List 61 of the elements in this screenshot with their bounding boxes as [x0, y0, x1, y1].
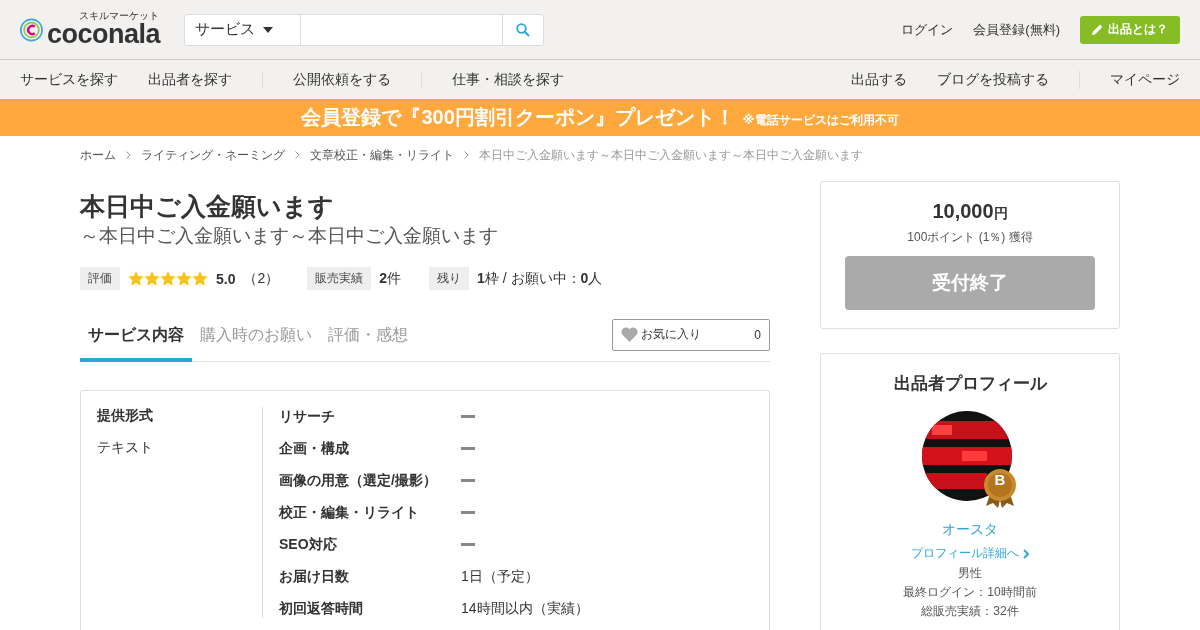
- stat-value: 2件: [379, 269, 402, 288]
- chevron-icon: [126, 151, 131, 159]
- breadcrumb-link[interactable]: 文章校正・編集・リライト: [310, 146, 454, 164]
- rating-score: 5.0: [216, 270, 236, 287]
- spec-value: 14時間以内（実績）: [461, 599, 589, 618]
- breadcrumb-link[interactable]: ライティング・ネーミング: [141, 146, 285, 164]
- promo-headline: 会員登録で『300円割引クーポン』プレゼント！: [301, 105, 735, 130]
- profile-heading: 出品者プロフィール: [893, 373, 1047, 395]
- stat-label: 販売実績: [307, 267, 372, 290]
- promo-note: ※電話サービスはご利用不可: [742, 111, 899, 129]
- favorite-button[interactable]: お気に入り 0: [612, 318, 770, 351]
- chevron-icon: [295, 151, 300, 159]
- nav-link[interactable]: 出品する: [851, 70, 907, 89]
- chevron-icon: [1023, 548, 1029, 559]
- profile-detail: 最終ログイン：10時間前: [903, 584, 1037, 602]
- star-icon: [128, 271, 144, 286]
- dash-icon: [461, 415, 475, 418]
- profile-detail: 総販売実績：32件: [920, 603, 1020, 621]
- heart-icon: [621, 327, 638, 342]
- nav-link[interactable]: サービスを探す: [20, 70, 118, 89]
- dash-icon: [461, 543, 475, 546]
- star-icon: [144, 271, 160, 286]
- spec-label: リサーチ: [279, 407, 336, 426]
- header-link[interactable]: ログイン: [901, 20, 954, 39]
- spec-label: 画像の用意（選定/撮影）: [279, 471, 438, 490]
- nav-link[interactable]: 出品者を探す: [148, 70, 232, 89]
- points-note: 100ポイント (1％) 獲得: [907, 229, 1033, 246]
- stat-label: 残り: [429, 267, 470, 290]
- profile-detail: 男性: [957, 565, 983, 582]
- nav-link[interactable]: マイページ: [1110, 70, 1180, 89]
- logo-wordmark[interactable]: coconala: [46, 21, 160, 48]
- spec-label: お届け日数: [279, 567, 350, 586]
- dash-icon: [461, 511, 475, 514]
- spec-label: 初回返答時間: [279, 599, 364, 618]
- spec-label: 校正・編集・リライト: [279, 503, 420, 522]
- header-link[interactable]: 会員登録(無料): [973, 20, 1060, 39]
- star-icon: [176, 271, 192, 286]
- stat-label: 評価: [80, 267, 120, 290]
- spec-value: テキスト: [97, 439, 154, 457]
- stat-value: 1枠 / お願い中：0人: [477, 269, 603, 288]
- logo-tagline: スキルマーケット: [77, 11, 160, 21]
- dash-icon: [461, 479, 475, 482]
- rating-count: （2）: [243, 269, 280, 288]
- star-icon: [160, 271, 176, 286]
- spec-label: 企画・構成: [279, 439, 350, 458]
- nav-link[interactable]: ブログを投稿する: [937, 70, 1049, 89]
- current-page-title: 本日中ご入金願います～本日中ご入金願います～本日中ご入金願います: [479, 146, 863, 164]
- star-icon: [192, 271, 208, 286]
- service-title: 本日中ご入金願います: [80, 191, 335, 221]
- service-subtitle: ～本日中ご入金願います～本日中ご入金願います: [80, 224, 499, 248]
- breadcrumb-link[interactable]: ホーム: [80, 146, 116, 164]
- spec-heading: 提供形式: [97, 407, 154, 425]
- nav-link[interactable]: 仕事・相談を探す: [452, 70, 564, 89]
- tab[interactable]: サービス内容: [80, 325, 192, 362]
- price: 10,000円: [932, 200, 1008, 223]
- pencil-icon: [1092, 24, 1103, 35]
- chevron-icon: [464, 151, 469, 159]
- spec-label: SEO対応: [279, 535, 338, 554]
- nav-link[interactable]: 公開依頼をする: [293, 70, 391, 89]
- dash-icon: [461, 447, 475, 450]
- spec-value: 1日（予定）: [461, 567, 539, 586]
